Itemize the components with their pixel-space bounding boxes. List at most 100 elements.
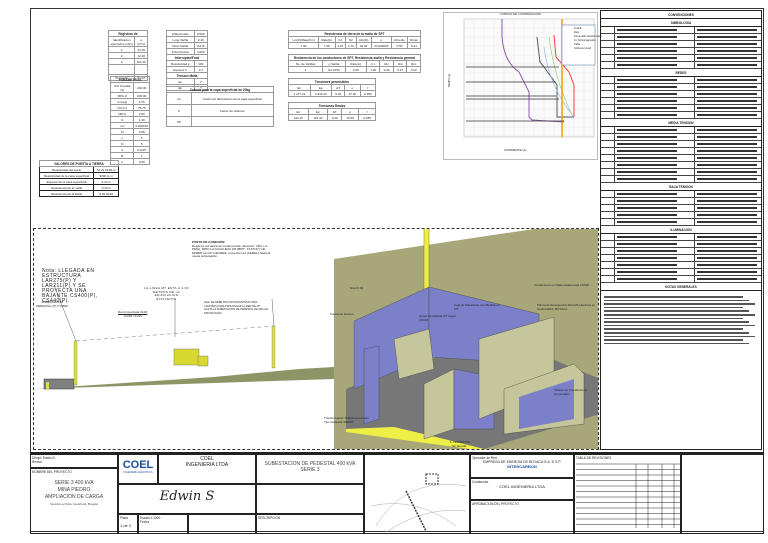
company-cell: COEL INGENIERIA LTDA <box>158 454 256 484</box>
cell: 0.50 <box>391 42 409 49</box>
legend-row <box>601 248 761 255</box>
symbol-icon <box>601 148 615 154</box>
sheet-cell: Plano 1 de 2 <box>118 514 138 534</box>
legend-row <box>601 91 761 98</box>
cell: 1 477.21 <box>288 90 311 97</box>
symbol-icon <box>601 127 615 133</box>
symbol-icon <box>681 62 695 68</box>
symbol-icon <box>601 27 615 33</box>
symbol-icon <box>681 41 695 47</box>
legend-text-line <box>617 164 677 166</box>
legend-text-line <box>697 221 757 223</box>
legend-text-line <box>697 136 757 138</box>
legend-text-line <box>617 29 677 31</box>
tensiones-permisibles-table: Tensiones permisibles Ec Ep ΔT e f 1 477.21 3 2… <box>288 78 377 97</box>
symbol-icon <box>601 176 615 182</box>
descripcion-label: DESCRIPCION <box>258 516 281 520</box>
cell: 0.20 OHM <box>93 190 119 197</box>
substation-label: SUBESTACION PEDESTAL (P) CT0500 <box>36 300 68 308</box>
legend-text-line <box>617 243 677 245</box>
legend-text-line <box>617 50 677 52</box>
legend-text-line <box>697 164 757 166</box>
legend-text-line <box>617 271 677 273</box>
aprobado-cell: APROBACION DEL PROYECTO <box>470 500 574 534</box>
logo-cell: COEL INGENIERIA ELECTRICA <box>118 454 158 484</box>
legend-row <box>601 62 761 69</box>
cell: 131.40 <box>307 114 329 121</box>
date-label: Fecha <box>140 520 149 524</box>
symbol-icon <box>601 41 615 47</box>
puerta-label: Puerta de Acceso <box>330 312 354 316</box>
valores-table: VALORES DE PUESTA A TIERRA Resistividad d… <box>38 160 119 197</box>
legend-row <box>601 219 761 226</box>
legend-row <box>601 262 761 269</box>
legend-text-line <box>617 64 677 66</box>
legend-text-line <box>697 236 757 238</box>
constructor-cell: Constructor COEL INGENIERIA LTDA <box>470 478 574 500</box>
legend-row <box>601 127 761 134</box>
legend-text-line <box>697 178 757 180</box>
symbol-icon <box>601 91 615 97</box>
note-line <box>604 317 743 320</box>
symbol-icon <box>681 141 695 147</box>
symbol-icon <box>681 248 695 254</box>
symbol-icon <box>681 105 695 111</box>
legend-text-line <box>617 214 677 216</box>
header: Identificacion electrodos (ohm) <box>107 36 136 47</box>
legend-row <box>601 141 761 148</box>
symbol-icon <box>601 269 615 275</box>
symbol-icon <box>601 191 615 197</box>
legend-text-line <box>617 171 677 173</box>
transformador-label: Transformador Trifásico en Aceite Tipo P… <box>324 416 369 424</box>
symbol-icon <box>681 134 695 140</box>
cell: 4.70 <box>345 42 357 49</box>
legend-text-line <box>617 178 677 180</box>
legend-row <box>601 162 761 169</box>
electrodos-table: # Electrodos 0.000 Long Varilla 2.40 Diam Va… <box>166 30 209 91</box>
legend-section: SIMBOLOGIA <box>601 19 761 27</box>
cell: KP <box>166 116 192 127</box>
legend-row <box>601 34 761 41</box>
legend-section: NOTAS GENERALES <box>601 283 761 291</box>
approval-cell <box>188 514 256 534</box>
legend-row <box>601 155 761 162</box>
legend-text-line <box>617 193 677 195</box>
cell: 0.50 <box>133 158 150 165</box>
legend-section: REDES <box>601 69 761 77</box>
project-sub: Vereda La Peña, Guacheta, Boyacá <box>50 502 98 506</box>
legend-text-line <box>617 250 677 252</box>
cell: 0.27 <box>392 66 408 73</box>
legend-text-line <box>617 257 677 259</box>
dibujo-name: Edwin G. <box>42 456 56 460</box>
table-row: 102.16 131.40 0.00 16.50 0.180 <box>288 114 376 121</box>
legend-row <box>601 255 761 262</box>
cell: 200.00 <box>133 82 150 93</box>
symbol-icon <box>601 212 615 218</box>
note-line <box>604 342 749 345</box>
cell: 102.16 <box>288 114 309 121</box>
punto-block: PUNTO DE CONEXIÓN: Desde la red aérea de … <box>192 240 272 259</box>
cell: 7.30 <box>287 42 320 49</box>
drawings <box>34 229 598 449</box>
title-block: Dibujó: Edwin G. Revisó: NOMBRE DEL PROYE… <box>30 452 764 534</box>
symbol-icon <box>681 269 695 275</box>
symbol-icon <box>681 241 695 247</box>
cell: 0.20 <box>406 66 421 73</box>
legend-row <box>601 105 761 112</box>
note-left: Nota: LLEGADA EN ESTRUCTURA LAR275(P) Y … <box>42 268 98 304</box>
legend-section: ILUMINACION <box>601 226 761 234</box>
operador-cell: Operador de Red EMPRESA DE ENERGIA DE BOY… <box>470 454 574 478</box>
legend-text-line <box>617 36 677 38</box>
legend-text-line <box>617 200 677 202</box>
aprobado-label: APROBACION DEL PROYECTO <box>472 502 519 506</box>
legend-text-line <box>617 129 677 131</box>
legend-text-line <box>617 100 677 102</box>
note-line <box>604 328 743 330</box>
project-line: MINA PIEDRO <box>57 487 91 493</box>
nivel-label: Nivel 0.00 <box>350 286 364 290</box>
cell: 2.00 <box>344 66 367 73</box>
symbol-icon <box>601 62 615 68</box>
legend-text-line <box>617 264 677 266</box>
legend-text-line <box>617 79 677 81</box>
legend-text-line <box>697 157 757 159</box>
